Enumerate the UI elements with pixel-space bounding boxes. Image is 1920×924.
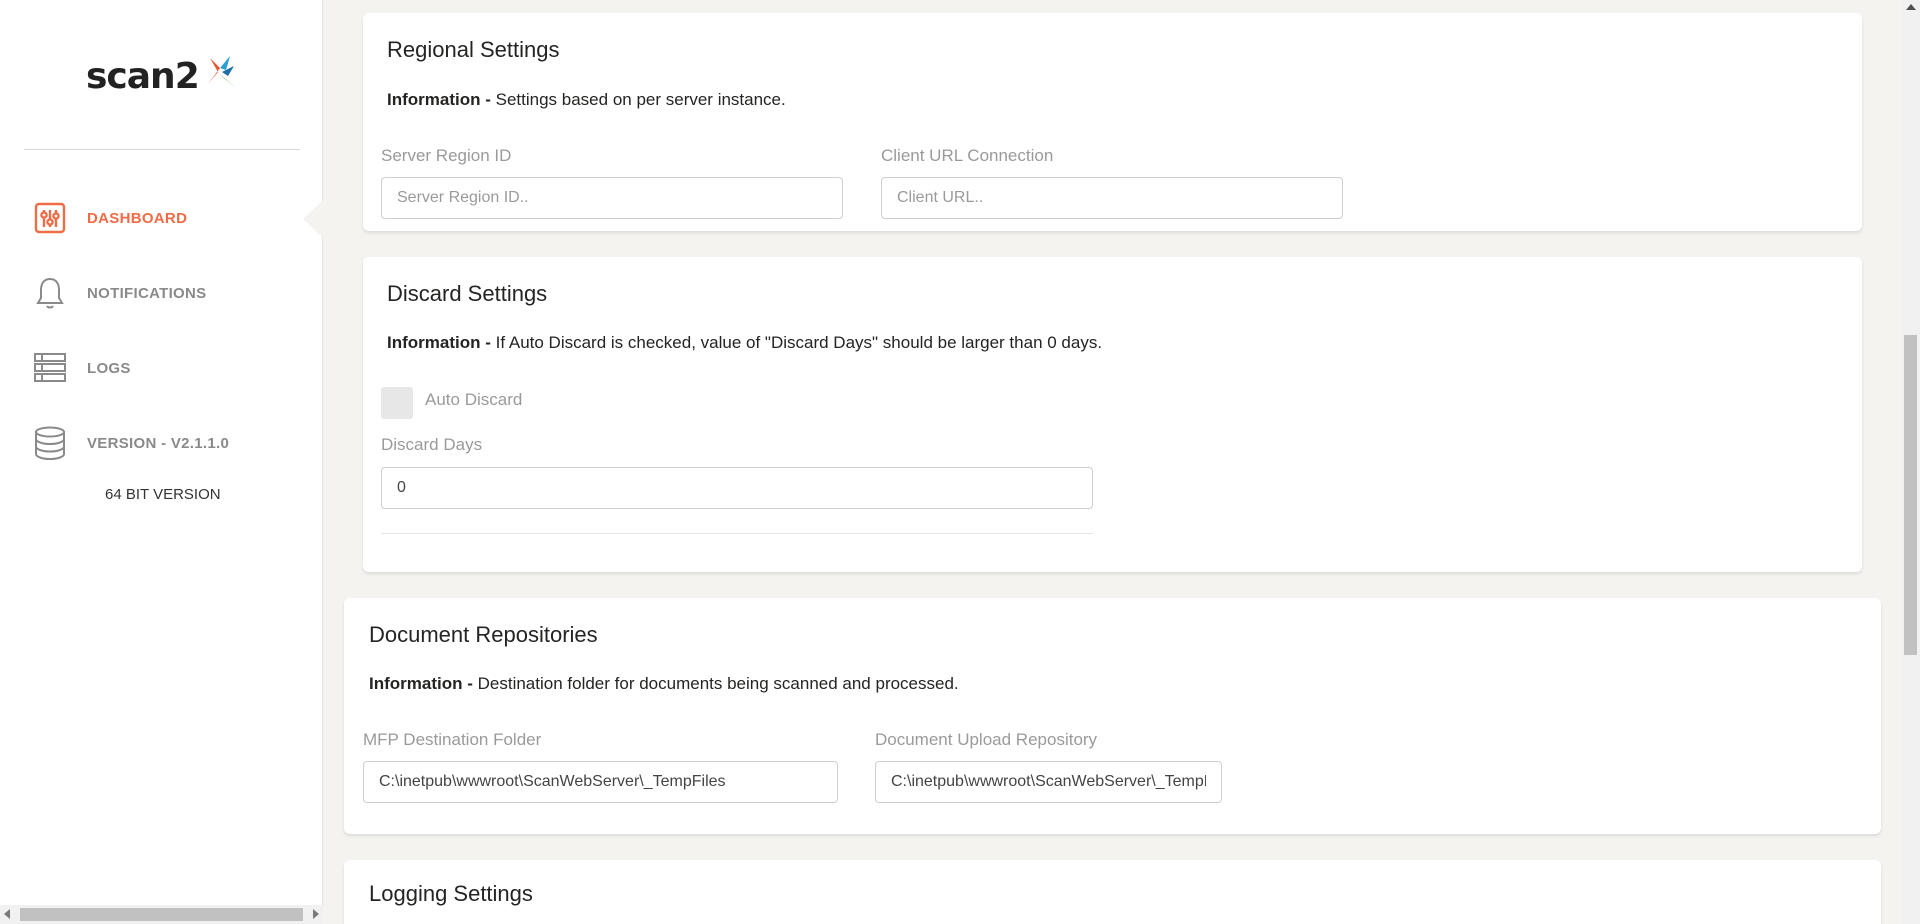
logo-mark-icon: [208, 56, 236, 88]
info-bold: Information -: [387, 90, 491, 109]
active-indicator: [303, 200, 323, 238]
card-divider: [381, 533, 1093, 534]
sliders-icon: [30, 198, 70, 238]
client-url-label: Client URL Connection: [881, 146, 1054, 165]
card-info: Information - If Auto Discard is checked…: [387, 333, 1102, 353]
card-title: Discard Settings: [387, 281, 548, 306]
server-region-input[interactable]: [381, 177, 843, 219]
sidebar-item-notifications[interactable]: NOTIFICATIONS: [30, 271, 310, 315]
vertical-scrollbar[interactable]: [1901, 0, 1920, 924]
upload-repository-input[interactable]: [875, 761, 1222, 803]
discard-days-label: Discard Days: [381, 435, 483, 454]
mfp-destination-label: MFP Destination Folder: [363, 730, 542, 749]
auto-discard-label: Auto Discard: [425, 390, 523, 409]
card-info: Information - Destination folder for doc…: [369, 674, 959, 694]
card-title: Logging Settings: [369, 881, 533, 906]
document-repositories-card: Document Repositories Information - Dest…: [344, 598, 1881, 834]
sidebar-item-label: VERSION - V2.1.1.0: [87, 434, 230, 452]
scroll-up-icon[interactable]: [1906, 4, 1916, 10]
mfp-destination-input[interactable]: [363, 761, 838, 803]
bell-icon: [30, 273, 70, 313]
scrollbar-thumb[interactable]: [20, 908, 303, 921]
logo-text: scan2: [86, 56, 200, 97]
database-icon: [30, 423, 70, 463]
card-title: Regional Settings: [387, 37, 560, 62]
info-text: If Auto Discard is checked, value of "Di…: [495, 333, 1103, 352]
card-title: Document Repositories: [369, 622, 598, 647]
scrollbar-thumb[interactable]: [1904, 335, 1917, 655]
auto-discard-checkbox[interactable]: [381, 387, 413, 419]
discard-settings-card: Discard Settings Information - If Auto D…: [363, 257, 1862, 572]
scroll-right-icon[interactable]: [313, 909, 319, 919]
logging-settings-card: Logging Settings: [344, 860, 1881, 924]
sidebar-item-label: LOGS: [87, 359, 131, 377]
version-sub-label: 64 BIT VERSION: [105, 486, 221, 503]
discard-days-input[interactable]: [381, 467, 1093, 509]
server-region-label: Server Region ID: [381, 146, 512, 165]
sidebar-item-dashboard[interactable]: DASHBOARD: [30, 196, 310, 240]
info-text: Destination folder for documents being s…: [477, 674, 959, 693]
sidebar: scan2 DASHBOARD NOTIFICATIONS LOGS VERSI…: [0, 0, 323, 924]
sidebar-item-label: DASHBOARD: [87, 209, 188, 227]
regional-settings-card: Regional Settings Information - Settings…: [363, 13, 1862, 231]
sidebar-item-label: NOTIFICATIONS: [87, 284, 207, 302]
info-bold: Information -: [369, 674, 473, 693]
horizontal-scrollbar[interactable]: [0, 905, 323, 924]
client-url-input[interactable]: [881, 177, 1343, 219]
scroll-left-icon[interactable]: [4, 909, 10, 919]
info-bold: Information -: [387, 333, 491, 352]
sidebar-item-logs[interactable]: LOGS: [30, 346, 310, 390]
info-text: Settings based on per server instance.: [495, 90, 786, 109]
card-info: Information - Settings based on per serv…: [387, 90, 786, 110]
sidebar-item-version[interactable]: VERSION - V2.1.1.0: [30, 421, 310, 465]
sidebar-divider: [24, 149, 300, 150]
scan2-logo: scan2: [86, 52, 246, 102]
list-icon: [30, 348, 70, 388]
upload-repository-label: Document Upload Repository: [875, 730, 1098, 749]
